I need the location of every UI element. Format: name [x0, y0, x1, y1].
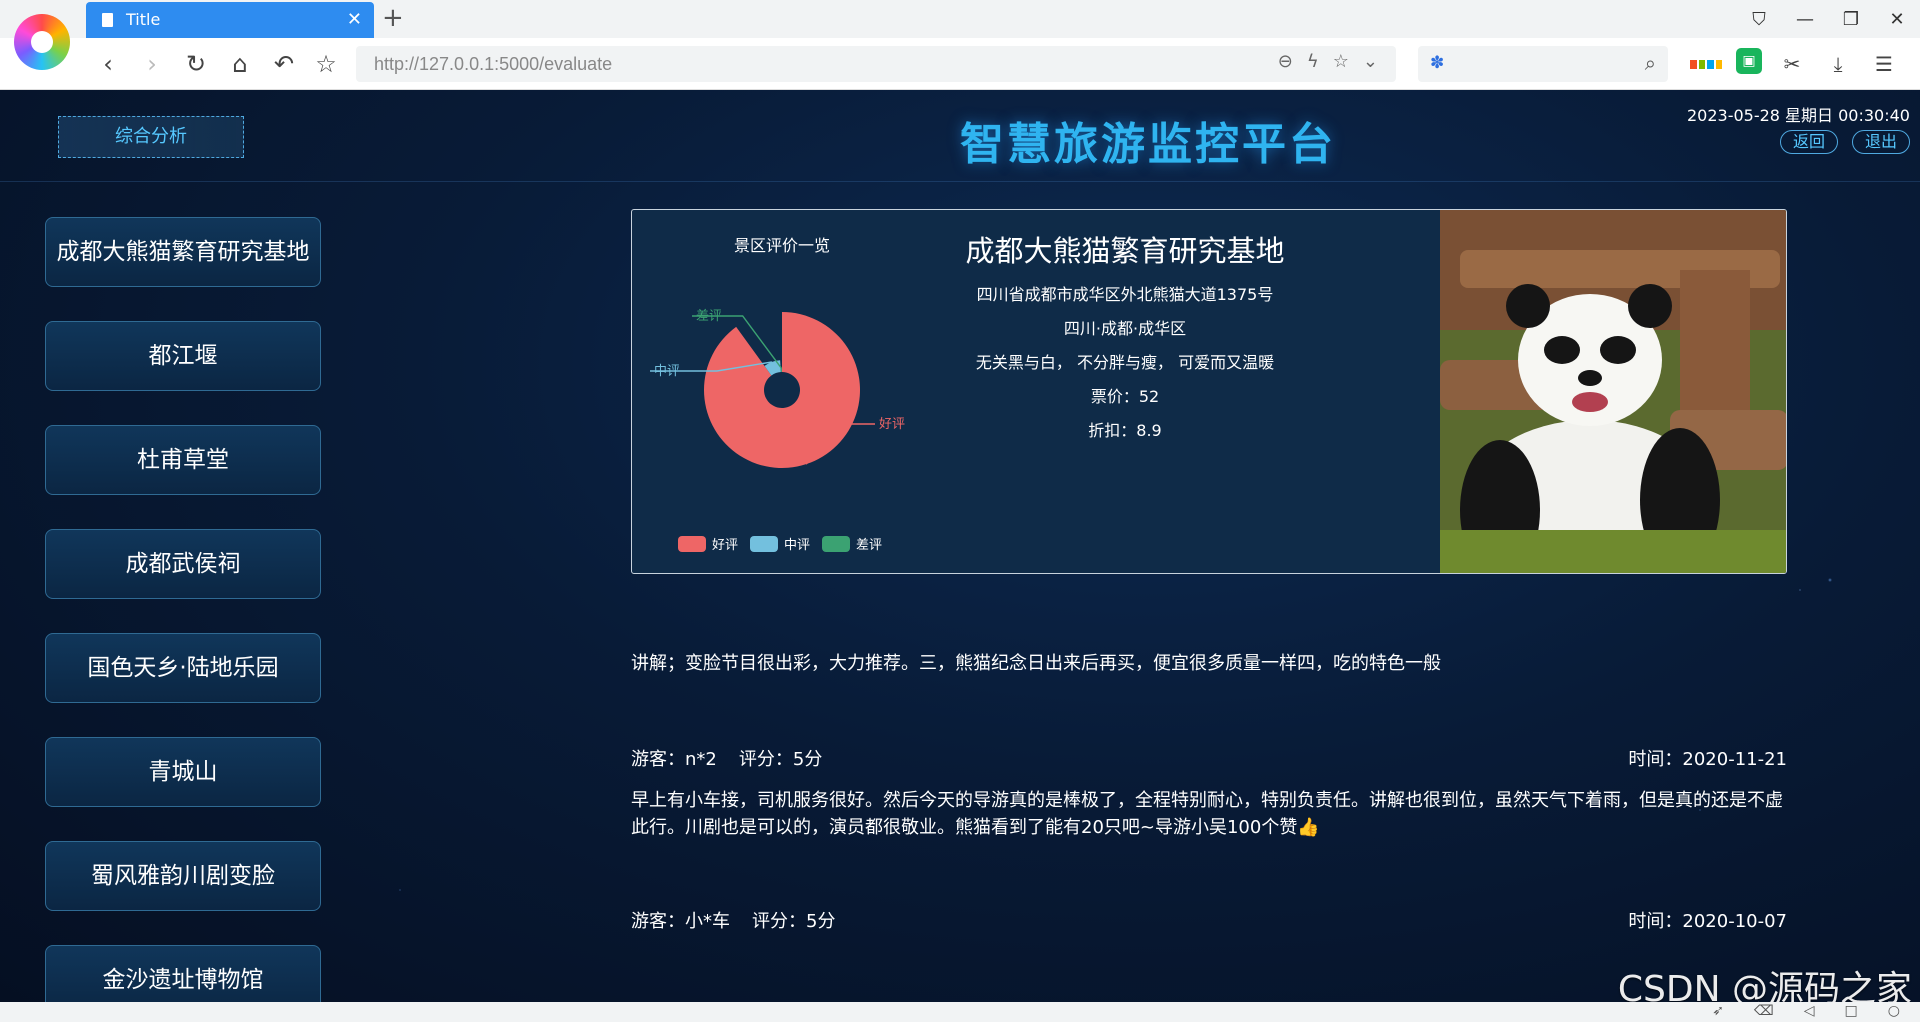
trash-icon[interactable]: ⌫: [1754, 1003, 1774, 1019]
chevron-down-icon[interactable]: ⌄: [1363, 51, 1378, 72]
legend-label[interactable]: 好评: [712, 538, 738, 553]
legend-swatch[interactable]: [750, 536, 778, 552]
address-bar[interactable]: http://127.0.0.1:5000/evaluate ⊖ ϟ ☆ ⌄: [356, 46, 1396, 82]
bookmark-star-icon[interactable]: ☆: [1333, 51, 1349, 72]
review-score: 评分：5分: [752, 911, 836, 932]
browser-toolbar: ‹ › ↻ ⌂ ↶ ☆ http://127.0.0.1:5000/evalua…: [0, 38, 1920, 90]
sidebar-item-dufu-cottage[interactable]: 杜甫草堂: [45, 425, 321, 495]
review-score: 评分：5分: [738, 749, 823, 770]
scenic-spot-list: 成都大熊猫繁育研究基地 都江堰 杜甫草堂 成都武侯祠 国色天乡·陆地乐园 青城山…: [45, 217, 321, 1002]
reader-book-icon[interactable]: ▣: [1736, 48, 1762, 74]
chevron-right-icon[interactable]: ›: [136, 48, 168, 80]
menu-icon[interactable]: ☰: [1868, 48, 1900, 80]
browser-tab-active[interactable]: Title ✕: [86, 2, 374, 38]
window-controls: ⛉ — ❐ ✕: [1736, 0, 1920, 38]
address-bar-url[interactable]: http://127.0.0.1:5000/evaluate: [374, 54, 612, 75]
legend-label[interactable]: 差评: [856, 538, 882, 553]
spot-address: 四川省成都市成华区外北熊猫大道1375号: [976, 285, 1274, 304]
chevron-left-icon[interactable]: ‹: [92, 48, 124, 80]
home-icon[interactable]: ⌂: [224, 48, 256, 80]
new-tab-icon[interactable]: +: [382, 3, 404, 33]
lightning-icon[interactable]: ϟ: [1307, 51, 1319, 72]
browser-logo-icon: [14, 14, 70, 70]
sidebar-item-jinsha-museum[interactable]: 金沙遗址博物馆: [45, 945, 321, 1002]
spot-details: 四川省成都市成华区外北熊猫大道1375号 四川·成都·成华区 无关黑与白， 不分…: [924, 278, 1326, 448]
address-bar-actions: ⊖ ϟ ☆ ⌄: [1278, 51, 1378, 72]
datetime-display: 2023-05-28 星期日 00:30:40: [1686, 106, 1910, 125]
close-window-icon[interactable]: ✕: [1874, 0, 1920, 38]
spot-slogan: 无关黑与白， 不分胖与瘦， 可爱而又温暖: [975, 353, 1275, 372]
legend-swatch[interactable]: [678, 536, 706, 552]
spot-name: 成都大熊猫繁育研究基地: [965, 234, 1285, 268]
star-icon[interactable]: ☆: [310, 48, 342, 80]
zoom-icon[interactable]: ⊖: [1278, 51, 1293, 72]
spot-discount: 折扣：8.9: [1088, 421, 1162, 440]
paw-icon: ✽: [1430, 53, 1445, 73]
pie-label: 好评: [879, 417, 905, 432]
analysis-button[interactable]: 综合分析: [58, 116, 244, 158]
spot-price: 票价：52: [1090, 387, 1160, 406]
sidebar-item-dujiangyan[interactable]: 都江堰: [45, 321, 321, 391]
review-time: 时间：2020-10-07: [1628, 911, 1787, 932]
toolbar-extensions: ▣ ✂ ⤓ ☰: [1690, 48, 1900, 80]
legend-label[interactable]: 中评: [784, 538, 810, 553]
scissors-icon[interactable]: ✂: [1776, 48, 1808, 80]
browser-statusbar: ➶ ⌫ ◁ □ ○: [0, 1002, 1920, 1022]
header-links: 返回 退出: [1779, 130, 1910, 154]
back-link[interactable]: 返回: [1779, 130, 1838, 154]
window-icon[interactable]: □: [1845, 1003, 1858, 1019]
logout-link[interactable]: 退出: [1851, 130, 1910, 154]
restore-icon[interactable]: ❐: [1828, 0, 1874, 38]
rocket-icon[interactable]: ➶: [1712, 1003, 1724, 1019]
review-text-partial: 讲解；变脸节目很出彩，大力推荐。三，熊猫纪念日出来后再买，便宜很多质量一样四，吃…: [631, 653, 1441, 674]
pie-slice[interactable]: [704, 312, 860, 468]
page-content: 综合分析 智慧旅游监控平台 2023-05-28 星期日 00:30:40 返回…: [0, 90, 1920, 1002]
zoom-status-icon[interactable]: ○: [1888, 1003, 1900, 1019]
undo-icon[interactable]: ↶: [268, 48, 300, 80]
search-engine-box[interactable]: ✽ ⌕: [1418, 46, 1668, 82]
search-icon[interactable]: ⌕: [1645, 51, 1656, 75]
review-meta: 游客：小*车 评分：5分 时间：2020-10-07: [631, 907, 1787, 937]
spot-region: 四川·成都·成华区: [1063, 319, 1187, 338]
sidebar-item-land-park[interactable]: 国色天乡·陆地乐园: [45, 633, 321, 703]
review-visitor: 游客：小*车: [631, 911, 730, 932]
minimize-icon[interactable]: —: [1782, 0, 1828, 38]
page-title: 智慧旅游监控平台: [960, 119, 1336, 170]
platform-header: 综合分析 智慧旅游监控平台 2023-05-28 星期日 00:30:40 返回…: [0, 90, 1920, 182]
spot-info-card: 景区评价一览 好评 中评 差评 好评 中评 差评 成都大熊猫繁育研究基地 四川省成都市成华…: [631, 209, 1787, 574]
download-icon[interactable]: ⤓: [1822, 48, 1854, 80]
shirt-icon[interactable]: ⛉: [1736, 0, 1782, 38]
document-icon: [102, 13, 113, 27]
reload-icon[interactable]: ↻: [180, 48, 212, 80]
speaker-icon[interactable]: ◁: [1804, 1003, 1815, 1019]
legend-swatch[interactable]: [822, 536, 850, 552]
review-list: 讲解；变脸节目很出彩，大力推荐。三，熊猫纪念日出来后再买，便宜很多质量一样四，吃…: [631, 650, 1787, 937]
pie-label: 中评: [654, 364, 680, 379]
panda-photo: [1440, 210, 1786, 573]
rating-pie-chart: 好评中评差评好评 中评 差评: [650, 309, 905, 553]
sidebar-item-qingcheng[interactable]: 青城山: [45, 737, 321, 807]
sidebar-item-panda-base[interactable]: 成都大熊猫繁育研究基地: [45, 217, 321, 287]
tab-close-icon[interactable]: ✕: [347, 9, 362, 30]
apps-grid-icon[interactable]: [1690, 48, 1722, 80]
sidebar-item-face-changing[interactable]: 蜀风雅韵川剧变脸: [45, 841, 321, 911]
review-meta: 游客：n*2 评分：5分 时间：2020-11-21: [631, 745, 1787, 775]
review-time: 时间：2020-11-21: [1628, 749, 1787, 770]
tab-title: Title: [126, 10, 161, 29]
watermark: CSDN @源码之家: [1617, 969, 1912, 1002]
review-text: 早上有小车接，司机服务很好。然后今天的导游真的是棒极了，全程特别耐心，特别负责任…: [631, 790, 1783, 838]
review-visitor: 游客：n*2: [631, 749, 717, 770]
sidebar-item-wuhou-shrine[interactable]: 成都武侯祠: [45, 529, 321, 599]
pie-label: 差评: [696, 309, 722, 324]
browser-tabbar: Title ✕ + ⛉ — ❐ ✕: [0, 0, 1920, 70]
